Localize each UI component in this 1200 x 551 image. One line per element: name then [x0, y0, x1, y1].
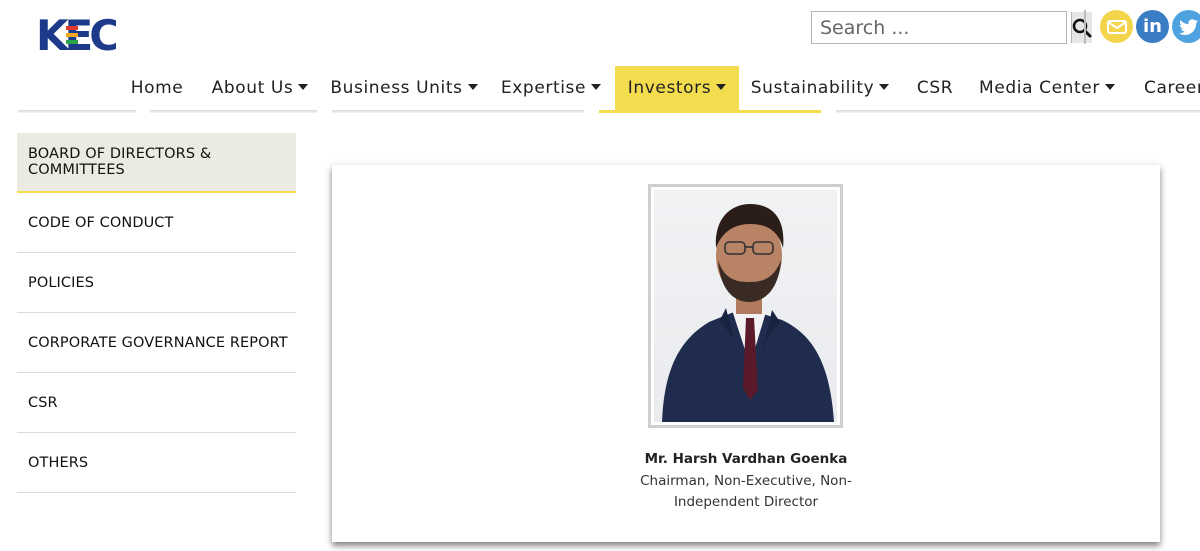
sidebar-item-others[interactable]: OTHERS: [17, 433, 296, 493]
search-icon: [1072, 18, 1092, 37]
caret-down-icon: [467, 84, 478, 90]
sidebar-item-label: POLICIES: [28, 274, 95, 291]
director-name: Mr. Harsh Vardhan Goenka: [644, 451, 848, 467]
sidebar-item-csr[interactable]: CSR: [17, 373, 296, 433]
sidebar-item-board-of-directors[interactable]: BOARD OF DIRECTORS & COMMITTEES: [17, 133, 296, 193]
sidebar-item-policies[interactable]: POLICIES: [17, 253, 296, 313]
director-photo-frame[interactable]: [648, 184, 843, 428]
main-nav: Home About Us Business Units Expertise I…: [0, 66, 1200, 110]
kec-logo-mark: KEC: [36, 12, 116, 56]
nav-investors[interactable]: Investors: [615, 66, 739, 110]
caret-down-icon: [298, 84, 309, 90]
nav-career-label: Career: [1144, 78, 1200, 98]
caret-down-icon: [591, 84, 602, 90]
kec-logo[interactable]: KEC: [36, 12, 116, 56]
search-box: [811, 11, 1092, 44]
nav-media-center[interactable]: Media Center: [972, 66, 1122, 110]
nav-media-center-label: Media Center: [979, 78, 1100, 98]
nav-sustainability-label: Sustainability: [750, 78, 875, 98]
mail-icon[interactable]: [1100, 10, 1133, 43]
sidebar-item-label: CODE OF CONDUCT: [28, 214, 174, 231]
nav-home[interactable]: Home: [118, 66, 196, 110]
nav-about-us[interactable]: About Us: [203, 66, 317, 110]
director-photo: [654, 190, 837, 422]
twitter-icon[interactable]: [1172, 10, 1200, 43]
site-header: KEC in Home About: [0, 0, 1200, 110]
nav-home-label: Home: [130, 78, 184, 98]
sidebar-item-label: CSR: [28, 394, 58, 411]
nav-business-units[interactable]: Business Units: [324, 66, 484, 110]
nav-shadow-active: [599, 110, 821, 113]
search-input[interactable]: [812, 12, 1071, 43]
nav-about-us-label: About Us: [211, 78, 294, 98]
sidebar-item-code-of-conduct[interactable]: CODE OF CONDUCT: [17, 193, 296, 253]
nav-business-units-label: Business Units: [330, 78, 463, 98]
header-divider: [1084, 10, 1086, 44]
sidebar-item-label: OTHERS: [28, 454, 89, 471]
caret-down-icon: [879, 84, 890, 90]
sidebar-item-label: CORPORATE GOVERNANCE REPORT: [28, 334, 288, 351]
search-button[interactable]: [1071, 12, 1092, 43]
nav-shadow: [836, 110, 1200, 113]
linkedin-icon[interactable]: in: [1136, 10, 1169, 43]
nav-expertise[interactable]: Expertise: [491, 66, 611, 110]
nav-expertise-label: Expertise: [500, 78, 587, 98]
governance-sidebar: BOARD OF DIRECTORS & COMMITTEES CODE OF …: [17, 133, 296, 493]
director-title: Chairman, Non-Executive, Non-Independent…: [640, 473, 852, 510]
director-portrait-image: [662, 204, 834, 422]
sidebar-item-corporate-governance-report[interactable]: CORPORATE GOVERNANCE REPORT: [17, 313, 296, 373]
nav-sustainability[interactable]: Sustainability: [744, 66, 896, 110]
nav-shadow: [150, 110, 317, 113]
nav-shadow: [332, 110, 584, 113]
caret-down-icon: [1104, 84, 1115, 90]
nav-investors-label: Investors: [627, 78, 712, 98]
sidebar-item-label: BOARD OF DIRECTORS & COMMITTEES: [28, 146, 212, 178]
nav-csr-label: CSR: [916, 78, 954, 98]
director-card: Mr. Harsh Vardhan Goenka Chairman, Non-E…: [332, 165, 1160, 542]
linkedin-icon-text: in: [1143, 16, 1162, 37]
nav-csr[interactable]: CSR: [906, 66, 964, 110]
nav-career[interactable]: Career: [1132, 66, 1200, 110]
nav-shadow: [18, 110, 136, 113]
caret-down-icon: [716, 84, 727, 90]
